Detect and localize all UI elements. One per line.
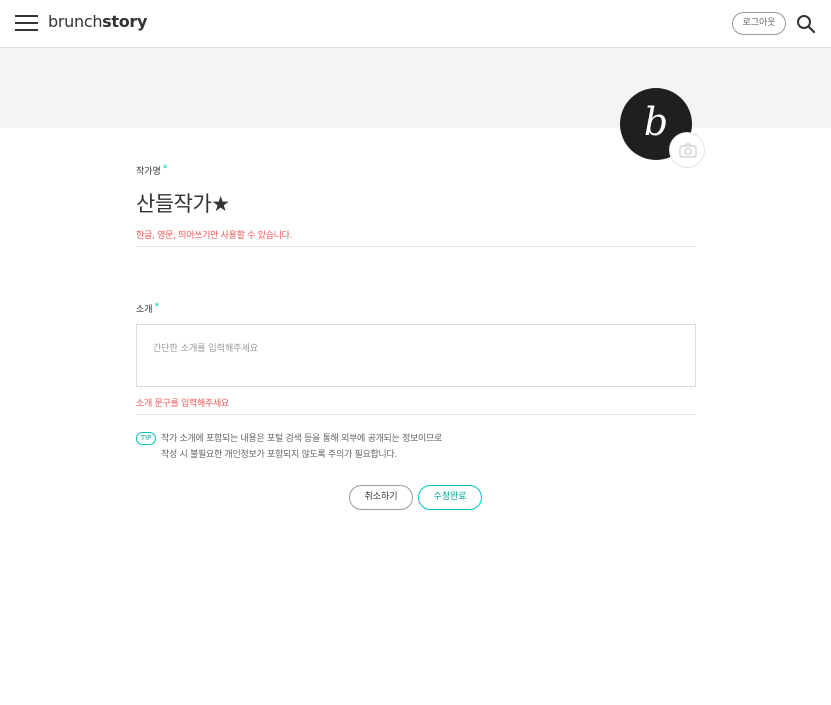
intro-textarea[interactable]: [137, 325, 695, 386]
logo-brunch: brunch: [48, 12, 103, 31]
menu-line: [15, 22, 38, 24]
intro-label: 소개 *: [136, 302, 159, 315]
camera-icon[interactable]: [669, 132, 705, 168]
author-name-input[interactable]: 산들작가★: [136, 188, 230, 218]
cover-area: [0, 48, 831, 128]
menu-line: [15, 29, 38, 31]
logout-button[interactable]: 로그아웃: [732, 12, 786, 35]
brunch-logo[interactable]: brunchstory: [48, 12, 147, 31]
cancel-button[interactable]: 취소하기: [349, 485, 413, 510]
menu-icon[interactable]: [15, 14, 38, 32]
top-header: brunchstory 로그아웃: [0, 0, 831, 48]
tip-line-1: 작가 소개에 포함되는 내용은 포털 검색 등을 통해 외부에 공개되는 정보이…: [161, 434, 442, 444]
author-name-divider: [136, 246, 696, 247]
tip-line-2: 작성 시 불필요한 개인정보가 포함되지 않도록 주의가 필요합니다.: [161, 450, 397, 460]
search-icon[interactable]: [796, 14, 816, 34]
author-name-hint: 한글, 영문, 띄어쓰기만 사용할 수 있습니다.: [136, 231, 293, 241]
logo-story: story: [102, 12, 148, 31]
required-mark: *: [162, 164, 168, 174]
submit-button[interactable]: 수정완료: [418, 485, 482, 510]
intro-divider: [136, 414, 696, 415]
author-name-label: 작가명 *: [136, 164, 167, 177]
required-mark: *: [154, 302, 160, 312]
menu-line: [15, 15, 38, 17]
intro-error: 소개 문구를 입력해주세요: [136, 399, 229, 409]
intro-field-box: [136, 324, 696, 387]
author-name-label-text: 작가명: [136, 167, 161, 177]
tip-badge: TIP: [136, 432, 156, 445]
intro-label-text: 소개: [136, 305, 153, 315]
